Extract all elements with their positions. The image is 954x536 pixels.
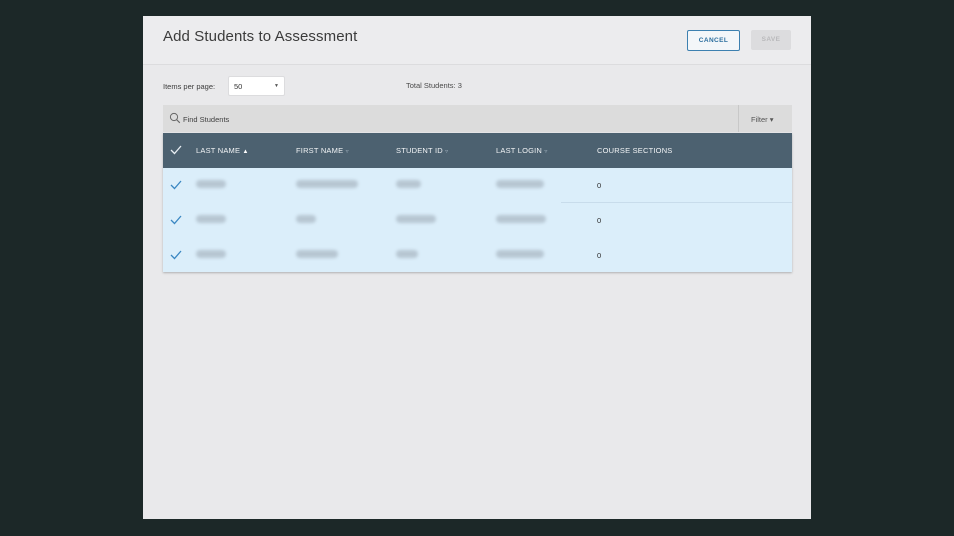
items-per-page-label: Items per page: (163, 82, 216, 91)
filter-button[interactable]: Filter ▾ (751, 115, 774, 124)
redacted-last-name (196, 215, 226, 223)
table-row[interactable]: 0 (163, 168, 792, 202)
items-per-page-select[interactable]: 50 ▼ (228, 76, 285, 96)
redacted-student-id (396, 215, 436, 223)
course-sections-cell: 0 (597, 216, 602, 225)
redacted-last-login (496, 250, 544, 258)
table-body: 0 0 0 (163, 168, 792, 272)
redacted-first-name (296, 250, 338, 258)
sort-down-icon: ▿ (345, 149, 349, 155)
redacted-last-name (196, 180, 226, 188)
redacted-first-name (296, 180, 358, 188)
save-button[interactable]: SAVE (751, 30, 791, 50)
items-per-page-value: 50 (234, 82, 243, 91)
column-label: LAST NAME (196, 146, 241, 155)
caret-down-icon: ▼ (274, 83, 279, 89)
table-header: LAST NAME ▲ FIRST NAME ▿ STUDENT ID ▿ LA… (163, 133, 792, 168)
search-icon (169, 112, 181, 124)
column-header-first-name[interactable]: FIRST NAME ▿ (296, 146, 349, 155)
redacted-last-login (496, 180, 544, 188)
column-label: LAST LOGIN (496, 146, 543, 155)
checkmark-icon[interactable] (170, 250, 182, 260)
add-students-dialog: Add Students to Assessment CANCEL SAVE I… (143, 16, 811, 519)
redacted-last-login (496, 215, 546, 223)
column-header-last-name[interactable]: LAST NAME ▲ (196, 146, 249, 155)
column-header-last-login[interactable]: LAST LOGIN ▿ (496, 146, 548, 155)
checkmark-icon[interactable] (170, 215, 182, 225)
course-sections-cell: 0 (597, 181, 602, 190)
table-row[interactable]: 0 (163, 203, 792, 237)
redacted-student-id (396, 250, 418, 258)
redacted-first-name (296, 215, 316, 223)
select-all-checkmark-icon[interactable] (170, 145, 182, 155)
course-sections-cell: 0 (597, 251, 602, 260)
column-label: STUDENT ID (396, 146, 443, 155)
dialog-header: Add Students to Assessment CANCEL SAVE (143, 16, 811, 65)
search-input[interactable]: Find Students (183, 115, 229, 124)
column-label: COURSE SECTIONS (597, 146, 673, 155)
filter-divider (738, 105, 739, 132)
redacted-student-id (396, 180, 421, 188)
column-label: FIRST NAME (296, 146, 344, 155)
students-table: LAST NAME ▲ FIRST NAME ▿ STUDENT ID ▿ LA… (163, 133, 792, 272)
checkmark-icon[interactable] (170, 180, 182, 190)
sort-down-icon: ▿ (544, 149, 548, 155)
table-row[interactable]: 0 (163, 238, 792, 272)
cancel-button[interactable]: CANCEL (687, 30, 740, 51)
total-students-count: Total Students: 3 (406, 81, 462, 90)
sort-up-icon: ▲ (242, 149, 249, 155)
column-header-student-id[interactable]: STUDENT ID ▿ (396, 146, 448, 155)
redacted-last-name (196, 250, 226, 258)
dialog-title: Add Students to Assessment (163, 28, 358, 45)
search-bar: Find Students Filter ▾ (163, 105, 792, 132)
column-header-course-sections[interactable]: COURSE SECTIONS (597, 146, 673, 155)
sort-down-icon: ▿ (445, 149, 449, 155)
